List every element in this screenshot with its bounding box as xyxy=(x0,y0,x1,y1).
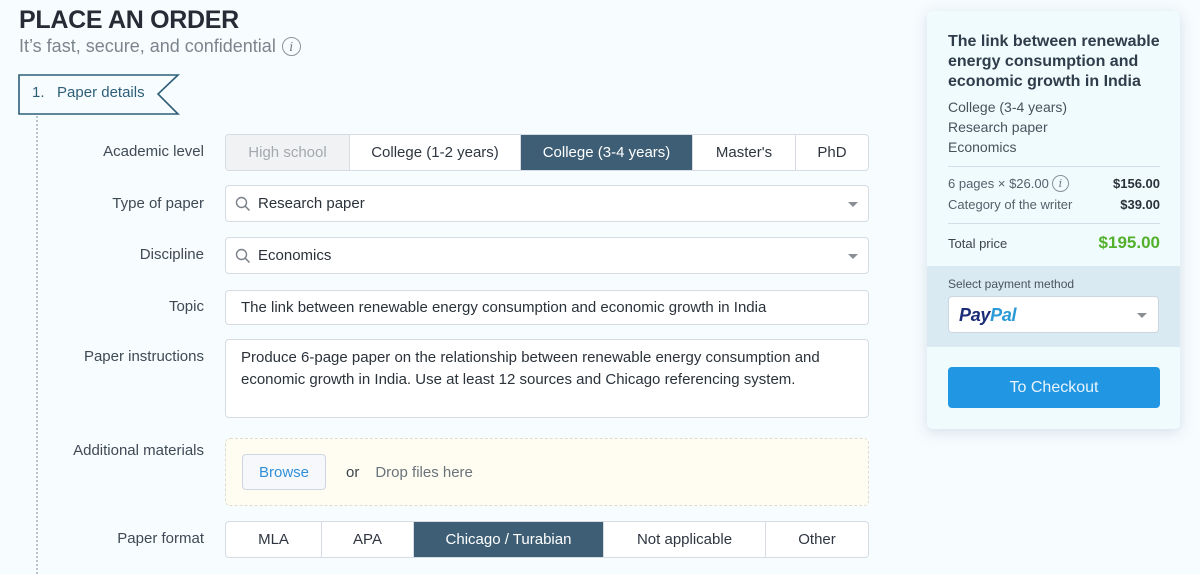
summary-divider xyxy=(948,223,1160,224)
paper-format-apa[interactable]: APA xyxy=(322,522,414,557)
academic-level-label: Academic level xyxy=(103,143,204,160)
type-of-paper-select[interactable]: Research paper xyxy=(225,185,869,222)
order-summary-card: The link between renewable energy consum… xyxy=(927,11,1180,429)
type-of-paper-label: Type of paper xyxy=(112,195,204,212)
checkout-button[interactable]: To Checkout xyxy=(948,367,1160,408)
total-amount: $195.00 xyxy=(1098,233,1160,252)
page-title: PLACE AN ORDER xyxy=(19,6,239,34)
subtitle-text: It’s fast, secure, and confidential xyxy=(19,36,276,56)
total-label: Total price xyxy=(948,235,1008,251)
summary-title: The link between renewable energy consum… xyxy=(948,33,1160,90)
paper-instructions-label: Paper instructions xyxy=(83,348,204,365)
summary-details: College (3-4 years) Research paper Econo… xyxy=(948,97,1067,157)
chevron-down-icon xyxy=(848,202,858,207)
chevron-down-icon xyxy=(848,254,858,259)
step-label: 1. Paper details xyxy=(32,84,145,101)
discipline-value: Economics xyxy=(258,247,332,264)
page-subtitle: It’s fast, secure, and confidential i xyxy=(19,36,301,57)
paypal-logo-icon: PayPal xyxy=(959,305,1017,326)
academic-level-high-school[interactable]: High school xyxy=(226,135,350,170)
summary-divider xyxy=(948,166,1160,167)
search-icon xyxy=(235,196,251,211)
step-title: Paper details xyxy=(57,84,145,101)
discipline-select[interactable]: Economics xyxy=(225,237,869,274)
step-connector-line xyxy=(36,116,38,574)
info-icon[interactable]: i xyxy=(281,37,301,56)
browse-button[interactable]: Browse xyxy=(242,454,326,490)
drop-files-text: Drop files here xyxy=(375,463,473,481)
paper-format-chicago[interactable]: Chicago / Turabian xyxy=(414,522,604,557)
paypal-logo-part1: Pay xyxy=(959,305,991,325)
paper-format-selector: MLA APA Chicago / Turabian Not applicabl… xyxy=(225,521,869,558)
topic-input[interactable]: The link between renewable energy consum… xyxy=(225,290,869,325)
academic-level-college-3-4[interactable]: College (3-4 years) xyxy=(521,135,693,170)
payment-method-label: Select payment method xyxy=(948,277,1075,291)
academic-level-masters[interactable]: Master's xyxy=(693,135,796,170)
writer-line: Category of the writer xyxy=(948,197,1073,212)
paper-format-mla[interactable]: MLA xyxy=(226,522,322,557)
writer-amount: $39.00 xyxy=(1120,197,1160,212)
total-price-row: Total price $195.00 xyxy=(948,233,1160,253)
paper-format-label: Paper format xyxy=(117,530,204,547)
file-dropzone[interactable]: Browse or Drop files here xyxy=(225,438,869,506)
writer-price-row: Category of the writer $39.00 xyxy=(948,197,1160,212)
discipline-label: Discipline xyxy=(139,246,204,263)
summary-level: College (3-4 years) xyxy=(948,99,1068,115)
step-tab-paper-details[interactable]: 1. Paper details xyxy=(18,74,180,115)
payment-section: Select payment method PayPal xyxy=(927,266,1180,347)
paper-format-not-applicable[interactable]: Not applicable xyxy=(604,522,766,557)
academic-level-phd[interactable]: PhD xyxy=(796,135,868,170)
search-icon xyxy=(235,248,251,263)
or-text: or xyxy=(346,463,360,481)
topic-label: Topic xyxy=(168,298,204,315)
step-number: 1. xyxy=(32,84,45,101)
payment-method-select[interactable]: PayPal xyxy=(948,296,1159,333)
paper-format-other[interactable]: Other xyxy=(766,522,868,557)
type-of-paper-value: Research paper xyxy=(258,195,365,212)
additional-materials-label: Additional materials xyxy=(73,442,204,459)
academic-level-selector: High school College (1-2 years) College … xyxy=(225,134,869,171)
summary-type: Research paper xyxy=(948,119,1048,135)
pages-price-row: 6 pages × $26.00 i $156.00 xyxy=(948,175,1160,192)
paper-instructions-textarea[interactable]: Produce 6-page paper on the relationship… xyxy=(225,339,869,418)
info-icon[interactable]: i xyxy=(1051,175,1069,192)
academic-level-college-1-2[interactable]: College (1-2 years) xyxy=(350,135,521,170)
summary-discipline: Economics xyxy=(948,139,1017,155)
chevron-down-icon xyxy=(1137,313,1147,318)
pages-line: 6 pages × $26.00 xyxy=(948,176,1049,191)
pages-amount: $156.00 xyxy=(1113,176,1160,191)
paypal-logo-part2: Pal xyxy=(990,305,1017,325)
